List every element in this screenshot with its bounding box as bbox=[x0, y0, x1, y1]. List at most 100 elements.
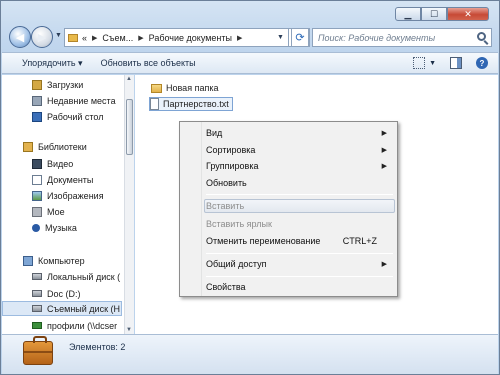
sidebar-item-label: Локальный диск ( bbox=[47, 271, 121, 282]
mine-icon bbox=[32, 206, 42, 217]
minimize-button[interactable]: ▁ bbox=[395, 7, 421, 21]
menu-item-label: Вид bbox=[206, 128, 223, 138]
file-name[interactable]: Партнерство.txt bbox=[163, 99, 229, 109]
sidebar-item-label: Съемный диск (H bbox=[47, 303, 120, 314]
sidebar-item-local-disk[interactable]: Локальный диск ( bbox=[32, 269, 120, 284]
libraries-icon bbox=[23, 141, 33, 152]
menu-item-refresh[interactable]: Обновить bbox=[206, 176, 391, 190]
sidebar-item-removable-disk[interactable]: Съемный диск (H bbox=[2, 301, 122, 316]
menu-item-label: Сортировка bbox=[206, 145, 256, 155]
refresh-button[interactable]: ⟳ bbox=[291, 28, 309, 47]
sidebar-item-libraries[interactable]: Библиотеки bbox=[23, 139, 87, 154]
chevron-right-icon: ▶ bbox=[92, 34, 98, 42]
menu-item-properties[interactable]: Свойства bbox=[206, 280, 391, 294]
sidebar-item-desktop[interactable]: Рабочий стол bbox=[32, 109, 104, 124]
menu-separator bbox=[206, 253, 393, 254]
refresh-icon: ⟳ bbox=[295, 32, 305, 44]
context-menu: Вид ▶ Сортировка ▶ Группировка ▶ Обновит… bbox=[179, 121, 398, 297]
sidebar-item-music[interactable]: Музыка bbox=[32, 220, 77, 235]
submenu-arrow-icon: ▶ bbox=[381, 130, 387, 137]
local-disk-icon bbox=[32, 273, 42, 280]
folder-icon bbox=[68, 33, 78, 42]
chevron-right-icon[interactable]: ▶ bbox=[138, 34, 143, 42]
back-button[interactable]: ◀ bbox=[9, 26, 31, 48]
file-name: Новая папка bbox=[166, 83, 219, 93]
video-icon bbox=[32, 158, 42, 169]
desktop-icon bbox=[32, 111, 42, 122]
arrow-right-icon: ▶ bbox=[37, 31, 47, 44]
help-icon[interactable]: ? bbox=[476, 57, 488, 69]
menu-item-paste-shortcut[interactable]: Вставить ярлык bbox=[206, 217, 391, 231]
address-overflow[interactable]: « bbox=[82, 33, 87, 43]
network-drive-icon bbox=[32, 322, 42, 329]
explorer-window: ▁ ☐ ✕ ◀ ▶ ▼ « ▶ Съем... ▶ Рабочие докуме… bbox=[0, 0, 500, 375]
address-segment-folder[interactable]: Рабочие документы bbox=[149, 33, 232, 43]
sidebar-item-computer[interactable]: Компьютер bbox=[23, 253, 85, 268]
scroll-up-icon[interactable]: ▲ bbox=[126, 76, 132, 82]
sidebar-item-label: Мое bbox=[47, 206, 65, 217]
menu-item-view[interactable]: Вид ▶ bbox=[206, 126, 391, 140]
sidebar-item-label: Загрузки bbox=[47, 79, 84, 90]
computer-icon bbox=[23, 255, 33, 266]
menu-item-label: Отменить переименование bbox=[206, 236, 321, 246]
chevron-down-icon[interactable]: ▼ bbox=[429, 60, 436, 67]
menu-separator bbox=[206, 276, 393, 277]
menu-item-group[interactable]: Группировка ▶ bbox=[206, 159, 391, 173]
sidebar-item-label: Видео bbox=[47, 158, 74, 169]
menu-item-share[interactable]: Общий доступ ▶ bbox=[206, 257, 391, 271]
navigation-scrollbar[interactable]: ▲ ▼ bbox=[124, 75, 134, 334]
scrollbar-thumb[interactable] bbox=[126, 99, 133, 155]
address-dropdown[interactable]: ▼ bbox=[273, 28, 289, 47]
recent-places-icon bbox=[32, 95, 42, 106]
submenu-arrow-icon: ▶ bbox=[381, 261, 387, 268]
sidebar-item-label: Документы bbox=[47, 174, 94, 185]
sidebar-item-pictures[interactable]: Изображения bbox=[32, 188, 104, 203]
sidebar-item-label: Изображения bbox=[47, 190, 104, 201]
address-row: ◀ ▶ ▼ « ▶ Съем... ▶ Рабочие документы ▶ … bbox=[9, 26, 492, 48]
sidebar-item-label: Библиотеки bbox=[38, 141, 87, 152]
arrow-left-icon: ◀ bbox=[15, 31, 25, 44]
forward-button[interactable]: ▶ bbox=[31, 26, 53, 48]
organize-button[interactable]: Упорядочить ▾ bbox=[22, 58, 83, 69]
recent-pages-dropdown[interactable]: ▼ bbox=[55, 32, 62, 39]
sidebar-item-documents[interactable]: Документы bbox=[32, 172, 93, 187]
item-count: Элементов: 2 bbox=[69, 342, 126, 352]
file-item-partnership-txt[interactable]: Партнерство.txt bbox=[149, 97, 233, 111]
search-icon[interactable] bbox=[477, 32, 486, 41]
briefcase-icon bbox=[23, 336, 53, 365]
navigation-pane: Загрузки Недавние места Рабочий стол Биб… bbox=[2, 75, 124, 334]
menu-item-sort[interactable]: Сортировка ▶ bbox=[206, 143, 391, 157]
sidebar-item-label: Рабочий стол bbox=[47, 111, 104, 122]
menu-item-label: Обновить bbox=[206, 178, 247, 188]
search-input[interactable]: Поиск: Рабочие документы bbox=[312, 28, 492, 47]
sidebar-item-mine[interactable]: Мое bbox=[32, 204, 65, 219]
preview-pane-icon[interactable] bbox=[450, 57, 462, 69]
pictures-icon bbox=[32, 190, 42, 201]
downloads-icon bbox=[32, 79, 42, 90]
scroll-down-icon[interactable]: ▼ bbox=[126, 327, 132, 333]
caption-buttons: ▁ ☐ ✕ bbox=[395, 7, 489, 21]
sidebar-item-label: Компьютер bbox=[38, 255, 85, 266]
file-item-new-folder[interactable]: Новая папка bbox=[151, 81, 218, 95]
chevron-right-icon[interactable]: ▶ bbox=[237, 34, 242, 42]
close-button[interactable]: ✕ bbox=[447, 7, 489, 21]
menu-separator bbox=[206, 194, 393, 195]
removable-disk-icon bbox=[32, 305, 42, 312]
menu-item-label: Общий доступ bbox=[206, 259, 267, 269]
menu-item-undo-rename[interactable]: Отменить переименование CTRL+Z bbox=[206, 234, 391, 248]
address-segment-drive[interactable]: Съем... bbox=[102, 33, 133, 43]
sidebar-item-recent-places[interactable]: Недавние места bbox=[32, 93, 116, 108]
change-view-icon[interactable] bbox=[413, 57, 426, 69]
menu-item-label: Группировка bbox=[206, 161, 259, 171]
sidebar-item-video[interactable]: Видео bbox=[32, 156, 73, 171]
sidebar-item-network-profiles[interactable]: профили (\\dcser bbox=[32, 318, 117, 333]
text-file-icon bbox=[150, 98, 159, 110]
sidebar-item-doc-drive[interactable]: Doc (D:) bbox=[32, 286, 81, 301]
sidebar-item-label: Doc (D:) bbox=[47, 288, 81, 299]
menu-item-paste[interactable]: Вставить bbox=[204, 199, 395, 213]
maximize-button[interactable]: ☐ bbox=[421, 7, 447, 21]
refresh-all-button[interactable]: Обновить все объекты bbox=[101, 58, 196, 68]
sidebar-item-downloads[interactable]: Загрузки bbox=[32, 77, 83, 92]
submenu-arrow-icon: ▶ bbox=[381, 163, 387, 170]
menu-item-label: Свойства bbox=[206, 282, 246, 292]
